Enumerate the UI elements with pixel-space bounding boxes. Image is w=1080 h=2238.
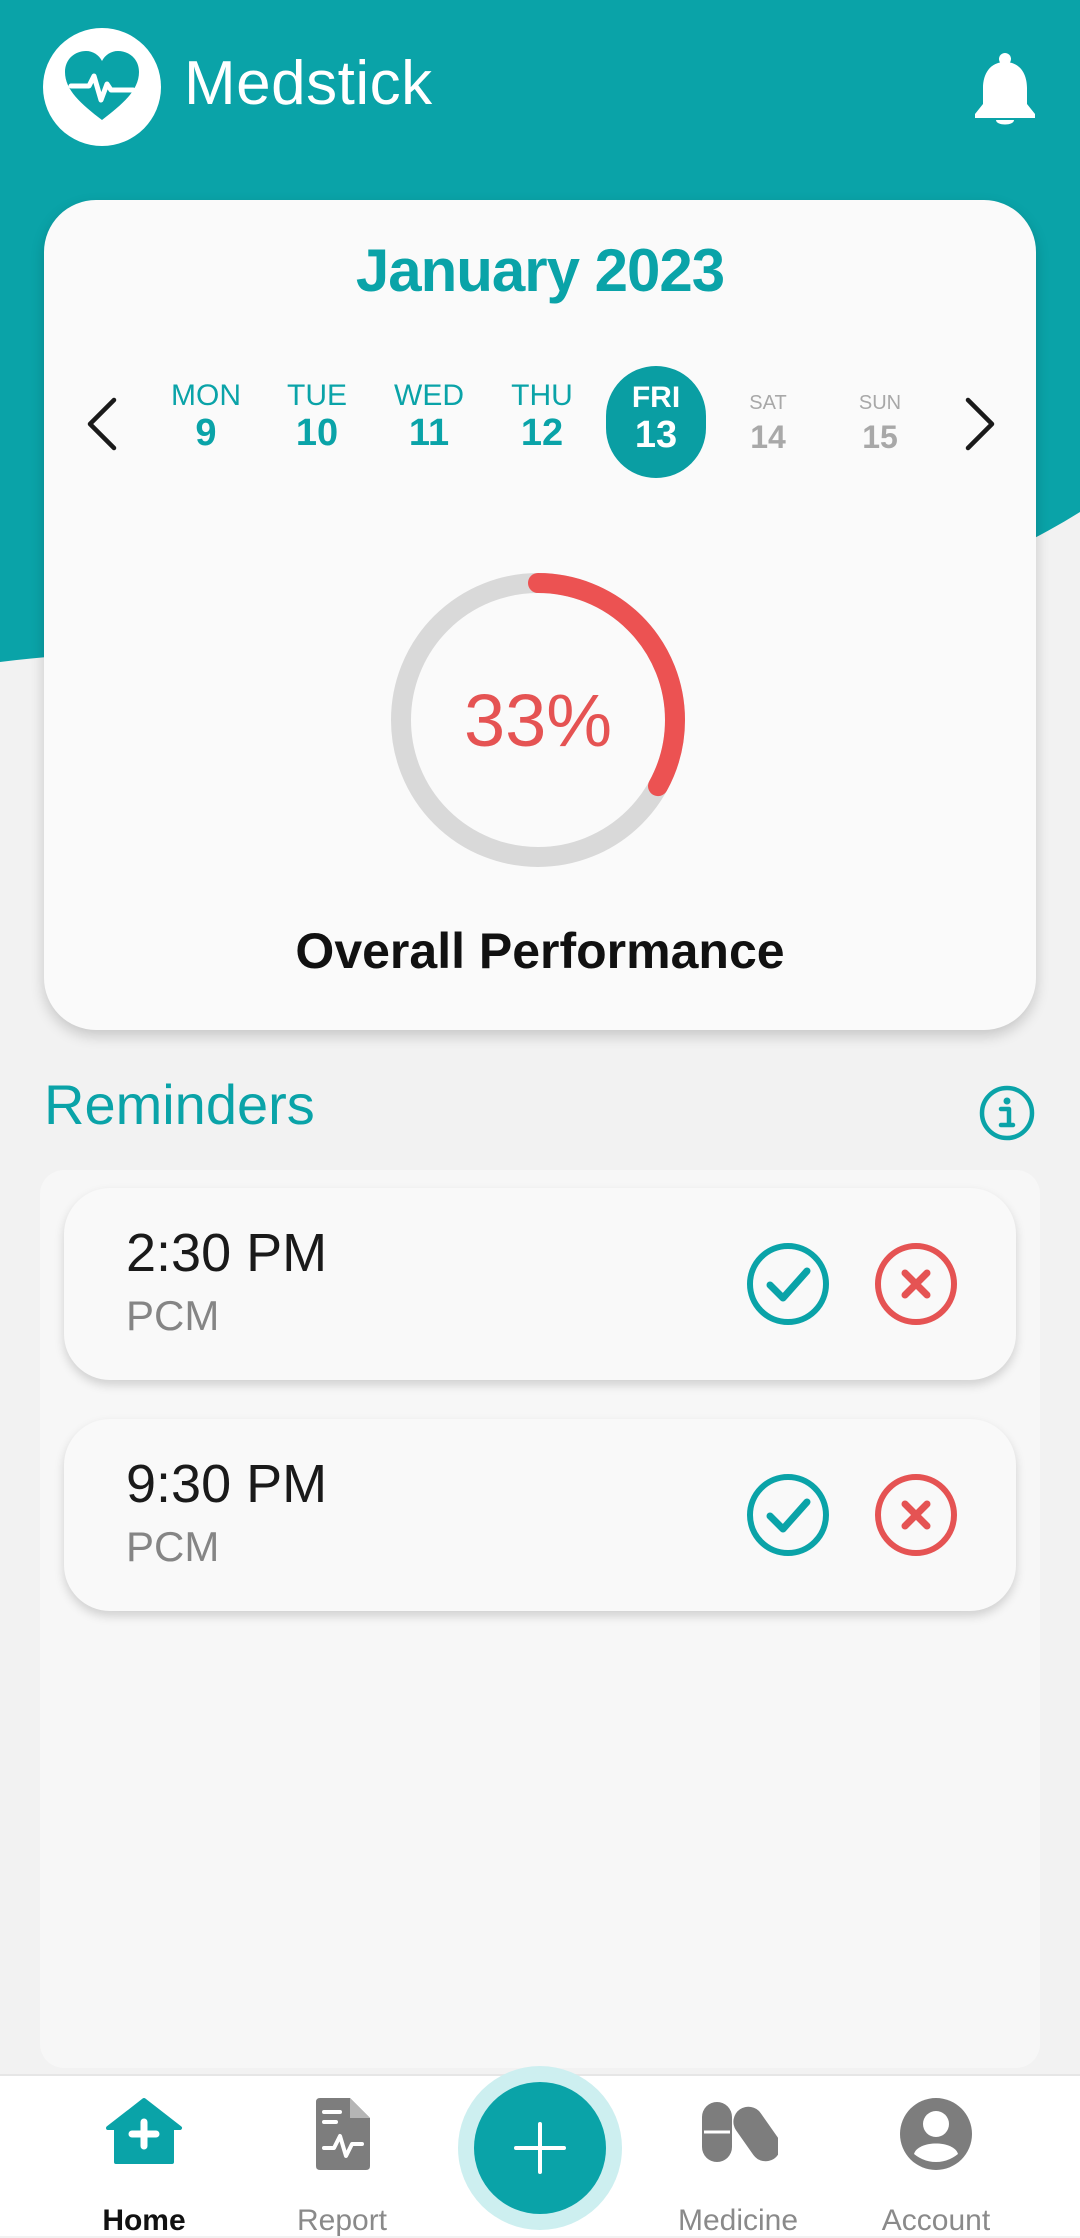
calendar-card: January 2023 MON 9 TUE 10 WED 11 THU 12 … [44,200,1036,1030]
account-icon [900,2098,972,2170]
day-sun[interactable]: SUN 15 [825,390,935,458]
nav-label: Report [296,2204,388,2237]
day-sat[interactable]: SAT 14 [713,390,823,458]
check-circle-icon[interactable] [744,1471,832,1559]
add-button[interactable] [474,2082,606,2214]
nav-label: Account [881,2204,991,2237]
day-name: TUE [287,379,347,412]
day-name: THU [511,379,573,412]
nav-label: Medicine [677,2204,799,2237]
day-tue[interactable]: TUE 10 [262,379,372,455]
bell-icon[interactable] [970,52,1040,133]
app-title: Medstick [184,49,433,118]
day-thu[interactable]: THU 12 [487,379,597,455]
reminder-time: 9:30 PM [126,1454,328,1514]
day-name: WED [394,379,464,412]
month-title: January 2023 [355,237,725,304]
day-name: MON [171,379,241,412]
day-fri-selected[interactable]: FRI 13 [606,366,706,478]
info-circle-icon[interactable] [978,1084,1036,1142]
reminder-time: 2:30 PM [126,1223,328,1283]
home-icon [106,2098,182,2164]
nav-label: Home [102,2204,186,2237]
pills-icon [702,2102,778,2162]
day-mon[interactable]: MON 9 [151,379,261,455]
reminders-title: Reminders [44,1073,315,1136]
day-name: SAT [749,392,787,414]
reminder-card[interactable]: 9:30 PM PCM [64,1419,1016,1611]
check-circle-icon[interactable] [744,1240,832,1328]
day-date: 12 [520,412,564,454]
day-date: 13 [634,414,678,456]
app-logo [43,28,161,146]
app-header: Medstick [0,0,1080,180]
day-name: SUN [858,392,902,414]
plus-icon [514,2122,566,2174]
day-date: 10 [295,412,339,454]
chevron-left-icon[interactable] [82,396,122,452]
day-date: 14 [750,419,786,455]
report-icon [316,2098,370,2170]
day-date: 9 [195,412,217,454]
performance-label: Overall Performance [295,923,785,979]
chevron-right-icon[interactable] [960,396,1000,452]
x-circle-icon[interactable] [872,1471,960,1559]
day-wed[interactable]: WED 11 [374,379,484,455]
x-circle-icon[interactable] [872,1240,960,1328]
performance-value: 33% [463,679,613,762]
heart-pulse-icon [65,51,139,120]
day-name: FRI [631,381,681,414]
day-date: 15 [862,419,898,455]
reminder-medicine: PCM [126,1523,220,1570]
day-date: 11 [408,412,450,454]
reminder-medicine: PCM [126,1292,220,1339]
reminder-card[interactable]: 2:30 PM PCM [64,1188,1016,1380]
